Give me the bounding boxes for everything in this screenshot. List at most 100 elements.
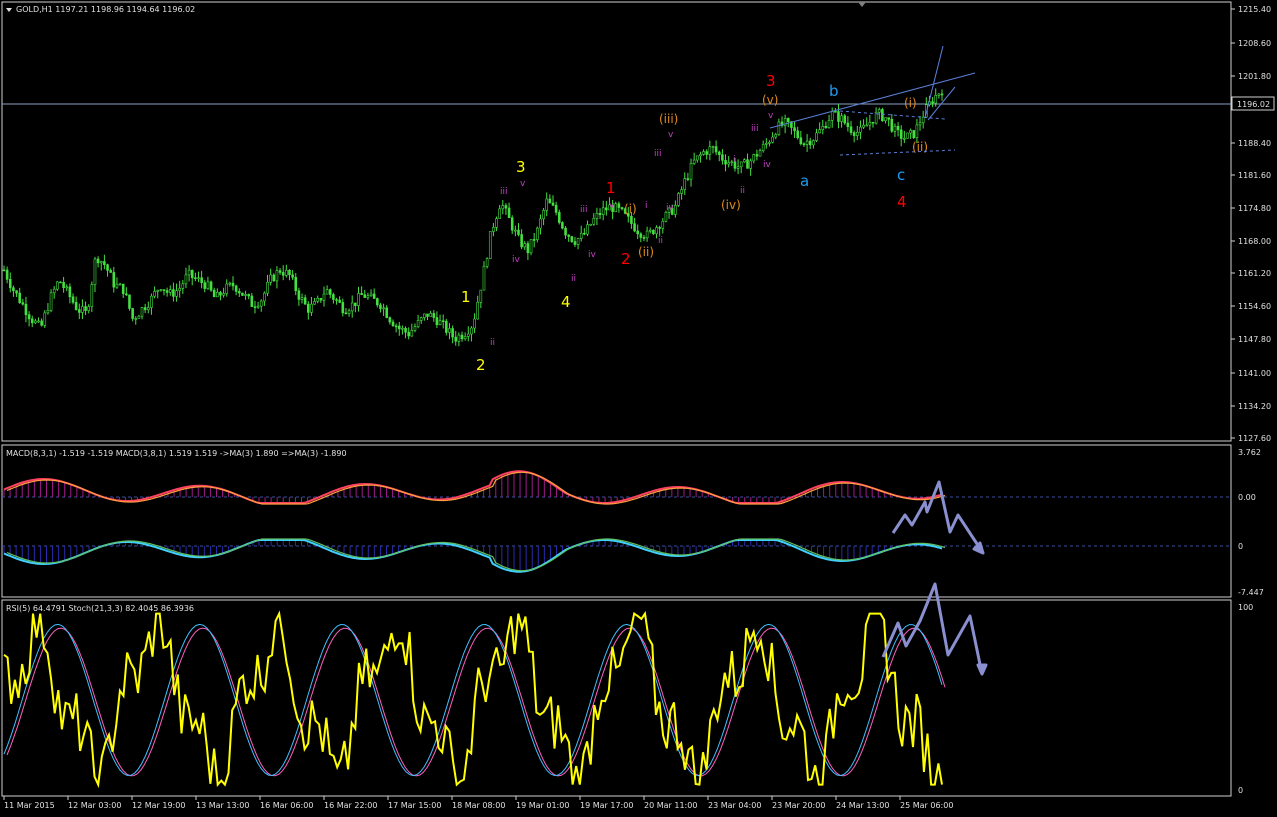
price-tick-label: 1127.60 <box>1238 434 1271 443</box>
candle-body <box>937 93 941 96</box>
candle-body <box>435 317 439 326</box>
candle-body <box>21 302 25 305</box>
candle-body <box>206 281 210 289</box>
wave-label: 2 <box>476 356 486 374</box>
time-tick-label: 18 Mar 08:00 <box>452 801 505 810</box>
candle-body <box>652 229 655 235</box>
candle-body <box>140 307 144 317</box>
macd-tick-label: 3.762 <box>1238 448 1261 457</box>
candle-body <box>903 138 906 140</box>
macd-tick-label: 0.00 <box>1238 493 1256 502</box>
candle-body <box>655 227 658 235</box>
candle-body <box>495 218 498 228</box>
candle-body <box>837 111 840 122</box>
candle-body <box>507 207 511 219</box>
candle-body <box>658 227 661 229</box>
price-tick-label: 1161.20 <box>1238 269 1271 278</box>
time-tick-label: 16 Mar 22:00 <box>324 801 377 810</box>
macd-tick-label: -7.447 <box>1238 588 1264 597</box>
wave-label: (iii) <box>659 112 678 126</box>
candle-body <box>125 293 128 296</box>
candle-body <box>319 297 323 301</box>
candle-body <box>441 320 445 323</box>
candle-body <box>812 140 815 146</box>
candle-body <box>479 289 483 303</box>
candle-body <box>485 258 489 267</box>
candle-body <box>630 215 633 224</box>
candle-body <box>87 306 91 311</box>
candle-body <box>322 293 326 301</box>
subwave-glyph: v <box>609 201 615 211</box>
candle-body <box>212 289 216 298</box>
candle-body <box>849 126 853 133</box>
candle-body <box>824 126 828 129</box>
candle-body <box>391 321 395 327</box>
candle-body <box>335 299 338 301</box>
candle-body <box>592 217 596 225</box>
candle-body <box>586 224 589 235</box>
candle-body <box>583 232 586 235</box>
candle-body <box>225 283 229 294</box>
candle-body <box>818 129 821 134</box>
subwave-glyph: v <box>768 111 774 121</box>
candle-body <box>457 334 461 342</box>
candle-body <box>542 210 545 220</box>
candle-body <box>517 229 520 235</box>
candle-body <box>830 111 834 121</box>
candle-body <box>827 119 831 129</box>
candle-body <box>645 230 649 239</box>
candle-body <box>150 295 153 308</box>
subwave-glyph: iv <box>763 160 772 170</box>
candle-body <box>648 229 652 232</box>
subwave-glyph: ii <box>740 186 745 196</box>
candle-body <box>510 217 514 231</box>
macd-header: MACD(8,3,1) -1.519 -1.519 MACD(3,8,1) 1.… <box>6 449 347 458</box>
candle-body <box>172 289 175 297</box>
candle-body <box>699 154 702 157</box>
candle-body <box>2 269 6 272</box>
candle-body <box>62 281 65 288</box>
candle-body <box>796 130 799 139</box>
candle-body <box>366 295 370 298</box>
candle-body <box>438 320 442 326</box>
candle-body <box>777 121 781 135</box>
time-tick-label: 23 Mar 04:00 <box>708 801 761 810</box>
candle-body <box>147 307 150 311</box>
candle-body <box>426 313 429 317</box>
candle-body <box>677 193 680 206</box>
trading-chart[interactable]: GOLD,H1 1197.21 1198.96 1194.64 1196.02 … <box>0 0 1277 817</box>
candle-body <box>300 297 304 300</box>
candle-body <box>749 160 752 169</box>
price-panel[interactable] <box>1 1 1232 442</box>
price-tick-label: 1147.80 <box>1238 335 1271 344</box>
price-tick-label: 1154.60 <box>1238 302 1271 311</box>
subwave-glyph: iii <box>580 205 588 215</box>
candle-body <box>589 223 592 226</box>
candle-body <box>43 312 47 326</box>
macd-panel[interactable] <box>1 444 1232 598</box>
candle-body <box>357 293 360 306</box>
candle-body <box>209 281 213 291</box>
candle-body <box>909 130 912 134</box>
candle-body <box>463 336 467 340</box>
candle-body <box>501 205 505 210</box>
candle-body <box>244 294 247 296</box>
candle-body <box>802 143 806 146</box>
candle-body <box>598 213 602 215</box>
candle-body <box>934 94 938 104</box>
time-tick-label: 23 Mar 20:00 <box>772 801 825 810</box>
candle-body <box>476 301 480 320</box>
candle-body <box>310 303 313 313</box>
candle-body <box>338 299 341 303</box>
candle-body <box>871 121 875 124</box>
candle-body <box>727 162 730 165</box>
candle-body <box>786 118 790 122</box>
time-tick-label: 24 Mar 13:00 <box>836 801 889 810</box>
candle-body <box>143 307 147 311</box>
candle-body <box>686 178 690 180</box>
candle-body <box>855 132 859 136</box>
wave-label: 4 <box>561 293 571 311</box>
wave-label: 2 <box>621 250 631 268</box>
candle-body <box>316 297 320 302</box>
candle-body <box>605 207 608 211</box>
